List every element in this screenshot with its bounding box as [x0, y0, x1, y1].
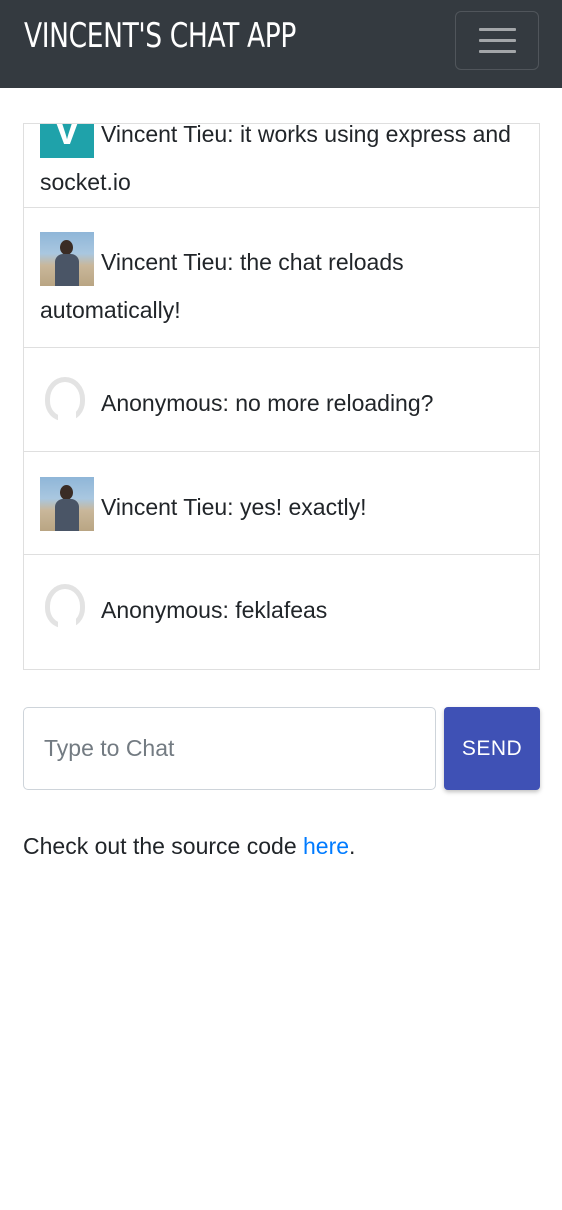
chat-message: Anonymous: feklafeas	[24, 555, 539, 669]
chat-message-list: V Vincent Tieu: it works using express a…	[24, 123, 539, 669]
source-code-link[interactable]: here	[303, 833, 349, 859]
chat-message-text: Vincent Tieu: the chat reloads automatic…	[40, 249, 404, 323]
chat-message: V Vincent Tieu: it works using express a…	[24, 123, 539, 208]
chat-message: Vincent Tieu: yes! exactly!	[24, 452, 539, 555]
chat-message: Anonymous: no more reloading?	[24, 348, 539, 452]
chat-messages-panel[interactable]: V Vincent Tieu: it works using express a…	[23, 123, 540, 670]
anonymous-avatar-icon	[40, 580, 94, 634]
chat-message-text: Anonymous: no more reloading?	[101, 390, 434, 416]
navbar-toggle-button[interactable]	[455, 11, 539, 70]
chat-input[interactable]	[23, 707, 436, 790]
chat-message-text: Anonymous: feklafeas	[101, 597, 328, 623]
send-button[interactable]: SEND	[444, 707, 540, 790]
source-code-suffix: .	[349, 833, 356, 859]
source-code-note: Check out the source code here.	[23, 830, 355, 862]
user-avatar-letter: V	[40, 124, 94, 158]
chat-composer: SEND	[23, 707, 540, 791]
source-code-prefix: Check out the source code	[23, 833, 303, 859]
anonymous-avatar-icon	[40, 373, 94, 427]
user-avatar-photo	[40, 232, 94, 286]
user-avatar-photo	[40, 477, 94, 531]
chat-message-text: Vincent Tieu: it works using express and…	[40, 123, 511, 195]
app-title[interactable]: VINCENT'S CHAT APP	[24, 14, 296, 58]
navbar: VINCENT'S CHAT APP	[0, 0, 562, 88]
chat-message: Vincent Tieu: the chat reloads automatic…	[24, 208, 539, 348]
chat-message-text: Vincent Tieu: yes! exactly!	[101, 494, 367, 520]
